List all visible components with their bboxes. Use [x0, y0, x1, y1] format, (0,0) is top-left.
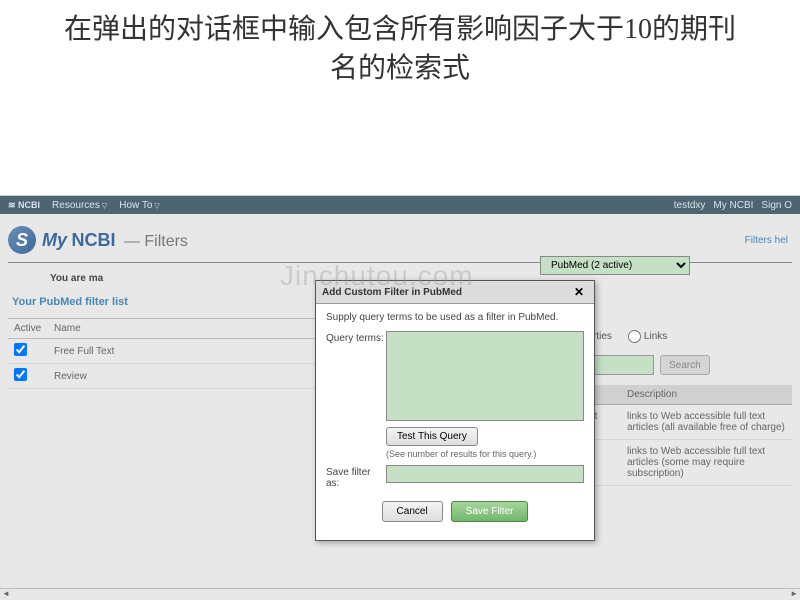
modal-title: Add Custom Filter in PubMed: [322, 287, 462, 298]
page-subtitle: — Filters: [124, 233, 188, 250]
chevron-down-icon: ▽: [154, 203, 159, 210]
result-desc: links to Web accessible full text articl…: [621, 405, 792, 440]
col-active: Active: [8, 319, 48, 339]
active-checkbox[interactable]: [14, 368, 27, 381]
close-icon[interactable]: ✕: [570, 285, 588, 299]
query-terms-label: Query terms:: [326, 331, 386, 421]
col-description: Description: [621, 385, 792, 405]
modal-description: Supply query terms to be used as a filte…: [326, 312, 584, 323]
filters-help-link[interactable]: Filters hel: [745, 235, 788, 246]
query-terms-input[interactable]: [386, 331, 584, 421]
modal-titlebar: Add Custom Filter in PubMed ✕: [316, 281, 594, 304]
howto-menu[interactable]: How To▽: [119, 200, 160, 211]
database-select[interactable]: PubMed (2 active): [540, 256, 690, 275]
test-query-button[interactable]: Test This Query: [386, 427, 478, 446]
cancel-button[interactable]: Cancel: [382, 501, 443, 522]
save-as-input[interactable]: [386, 465, 584, 483]
active-checkbox[interactable]: [14, 343, 27, 356]
result-desc: links to Web accessible full text articl…: [621, 440, 792, 486]
page-title-ncbi: NCBI: [71, 230, 115, 250]
add-filter-modal: Add Custom Filter in PubMed ✕ Supply que…: [315, 280, 595, 541]
test-query-hint: (See number of results for this query.): [386, 446, 584, 465]
signout-link[interactable]: Sign O: [761, 200, 792, 211]
resources-menu[interactable]: Resources▽: [52, 200, 107, 211]
save-as-label: Save filter as:: [326, 465, 386, 489]
username-link[interactable]: testdxy: [674, 200, 706, 211]
slide-title: 在弹出的对话框中输入包含所有影响因子大于10的期刊名的检索式: [0, 0, 800, 103]
ncbi-logo-icon: S: [8, 226, 36, 254]
myncbi-link[interactable]: My NCBI: [713, 200, 753, 211]
chevron-down-icon: ▽: [102, 203, 107, 210]
ncbi-top-bar: ≋ NCBI Resources▽ How To▽ testdxy My NCB…: [0, 196, 800, 214]
ncbi-logo: ≋ NCBI: [8, 200, 40, 211]
page-header: S My NCBI — Filters Filters hel: [0, 214, 800, 262]
page-title-my: My: [42, 230, 67, 250]
radio-links[interactable]: Links: [628, 330, 667, 343]
horizontal-scrollbar[interactable]: [0, 588, 800, 600]
save-filter-button[interactable]: Save Filter: [451, 501, 529, 522]
search-button[interactable]: Search: [660, 355, 710, 375]
